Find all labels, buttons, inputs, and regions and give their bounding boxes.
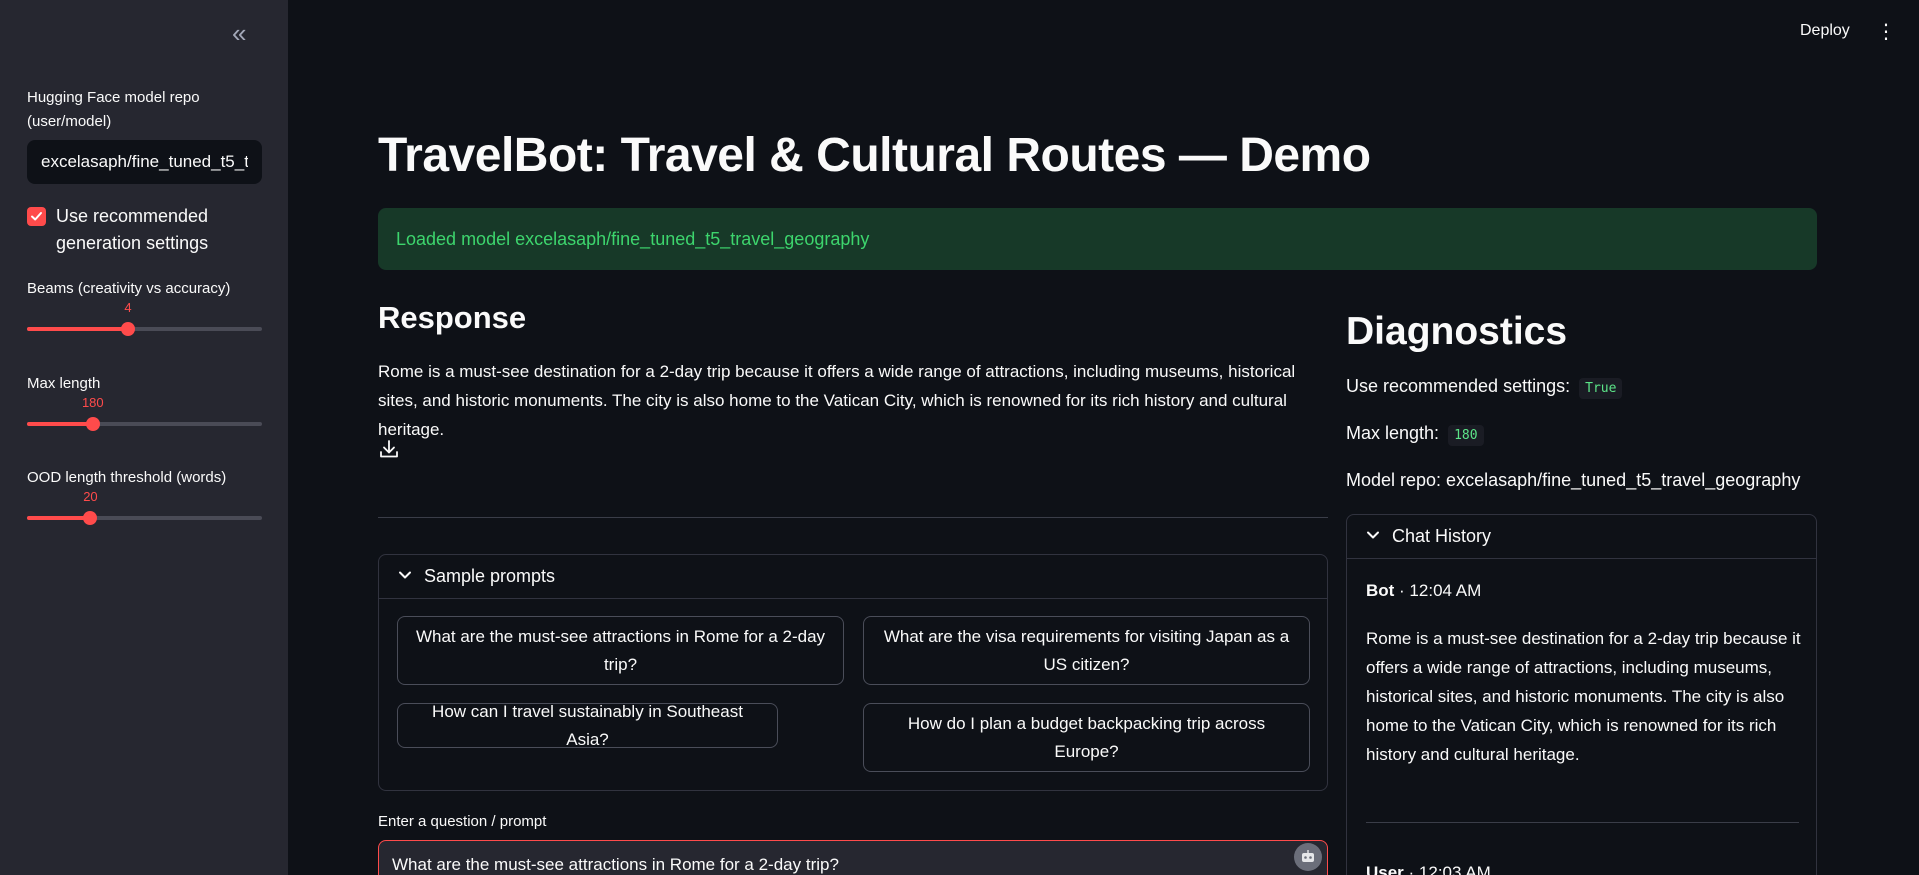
model-repo-text: Model repo: excelasaph/fine_tuned_t5_tra… bbox=[1346, 470, 1801, 490]
ood-threshold-value: 20 bbox=[83, 489, 98, 504]
recommended-setting-value: True bbox=[1579, 378, 1623, 399]
collapse-sidebar-icon[interactable]: « bbox=[232, 20, 256, 46]
max-length-value: 180 bbox=[81, 395, 104, 410]
sample-prompts-title: Sample prompts bbox=[424, 566, 556, 586]
model-repo-label: Hugging Face model repo (user/model) bbox=[27, 89, 200, 130]
max-length-label: Max length bbox=[27, 375, 101, 392]
message-sender: User bbox=[1366, 863, 1404, 875]
prompt-input-label: Enter a question / prompt bbox=[378, 813, 547, 830]
slider-fill bbox=[27, 422, 93, 426]
sample-prompt-button[interactable]: What are the must-see attractions in Rom… bbox=[397, 616, 844, 685]
response-heading: Response bbox=[378, 300, 527, 335]
message-sender: Bot bbox=[1366, 581, 1395, 600]
slider-thumb[interactable] bbox=[121, 322, 136, 336]
diagnostics-heading: Diagnostics bbox=[1346, 310, 1568, 353]
divider bbox=[1366, 822, 1799, 823]
slider-fill bbox=[27, 327, 129, 331]
message-meta: User · 12:03 AM bbox=[1366, 863, 1491, 875]
chat-history-title: Chat History bbox=[1392, 526, 1492, 546]
model-repo-input[interactable] bbox=[27, 140, 262, 184]
beams-slider[interactable]: 4 bbox=[27, 300, 262, 341]
download-icon[interactable] bbox=[378, 438, 400, 460]
recommended-setting-row: Use recommended settings: True bbox=[1346, 376, 1623, 399]
message-meta: Bot · 12:04 AM bbox=[1366, 581, 1481, 601]
recommended-settings-checkbox[interactable] bbox=[27, 207, 46, 226]
deploy-button[interactable]: Deploy bbox=[1800, 22, 1850, 40]
ood-threshold-slider[interactable]: 20 bbox=[27, 489, 262, 530]
checkmark-icon bbox=[31, 212, 42, 221]
chat-history-header[interactable]: Chat History bbox=[1347, 515, 1816, 559]
max-length-value: 180 bbox=[1448, 425, 1484, 446]
message-text: Rome is a must-see destination for a 2-d… bbox=[1366, 629, 1801, 764]
chat-history-expander: Chat History Bot · 12:04 AM Rome is a mu… bbox=[1346, 514, 1817, 875]
divider bbox=[378, 517, 1328, 518]
beams-value: 4 bbox=[124, 300, 132, 315]
success-alert: Loaded model excelasaph/fine_tuned_t5_tr… bbox=[378, 208, 1817, 270]
slider-fill bbox=[27, 516, 91, 520]
sample-prompts-header[interactable]: Sample prompts bbox=[379, 555, 1327, 599]
recommended-settings-label: Use recommended generation settings bbox=[56, 206, 209, 253]
sample-prompt-button[interactable]: What are the visa requirements for visit… bbox=[863, 616, 1310, 685]
sample-prompts-expander: Sample prompts What are the must-see att… bbox=[378, 554, 1328, 791]
sample-prompt-button[interactable]: How do I plan a budget backpacking trip … bbox=[863, 703, 1310, 772]
chevron-down-icon bbox=[1367, 531, 1379, 539]
max-length-row: Max length: 180 bbox=[1346, 423, 1484, 446]
slider-thumb[interactable] bbox=[83, 511, 98, 525]
sidebar: « Hugging Face model repo (user/model) U… bbox=[0, 0, 288, 875]
main-menu-icon[interactable]: ⋮ bbox=[1876, 20, 1896, 44]
bot-avatar-icon bbox=[1294, 843, 1322, 871]
slider-thumb[interactable] bbox=[85, 417, 100, 431]
beams-label: Beams (creativity vs accuracy) bbox=[27, 280, 231, 297]
message-time: · 12:04 AM bbox=[1394, 581, 1482, 600]
prompt-textarea[interactable]: What are the must-see attractions in Rom… bbox=[378, 840, 1328, 875]
chevron-down-icon bbox=[399, 571, 411, 579]
ood-threshold-label: OOD length threshold (words) bbox=[27, 469, 227, 486]
response-text: Rome is a must-see destination for a 2-d… bbox=[378, 362, 1296, 439]
page-title: TravelBot: Travel & Cultural Routes — De… bbox=[378, 129, 1371, 182]
message-time: · 12:03 AM bbox=[1403, 863, 1491, 875]
sample-prompt-button[interactable]: How can I travel sustainably in Southeas… bbox=[397, 702, 778, 749]
max-length-label: Max length: bbox=[1346, 423, 1440, 443]
max-length-slider[interactable]: 180 bbox=[27, 395, 262, 436]
recommended-setting-label: Use recommended settings: bbox=[1346, 376, 1571, 396]
